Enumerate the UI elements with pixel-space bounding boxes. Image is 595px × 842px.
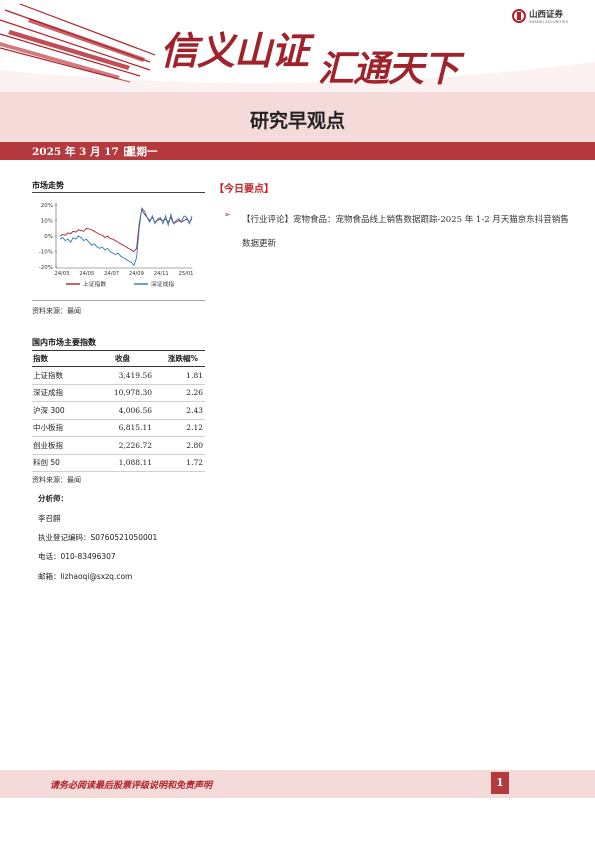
x-tick-label: 24/03 — [55, 271, 70, 277]
index-name: 深证成指 — [33, 388, 63, 398]
table-row: 沪深 300 4,006.56 2.43 — [32, 402, 205, 420]
bullet-arrow-icon: ➢ — [224, 210, 231, 219]
index-change: 2.43 — [186, 405, 203, 415]
market-trend-heading: 市场走势 — [32, 181, 64, 190]
table-row: 创业板指 2,226.72 2.80 — [32, 437, 205, 455]
divider — [32, 192, 205, 193]
report-title: 研究早观点 — [249, 110, 345, 132]
table-row: 中小板指 6,815.11 2.12 — [32, 420, 205, 437]
series-line — [59, 208, 193, 253]
y-tick-label: -10% — [39, 250, 53, 256]
table-row: 深证成指 10,978.30 2.26 — [32, 385, 205, 402]
analyst-license: 执业登记编码：S0760521050001 — [38, 533, 158, 542]
indices-table: 指数 收盘 涨跌幅% 上证指数 3,419.56 1.81 深证成指 10,97… — [32, 350, 205, 472]
y-tick-label: 20% — [41, 203, 53, 209]
index-close: 4,006.56 — [118, 405, 152, 415]
logo-cn-text: 山西证券 — [529, 10, 564, 20]
slogan-part2: 汇通天下 — [318, 49, 459, 90]
slogan-part1: 信义山证 — [160, 29, 309, 73]
x-tick-label: 24/09 — [129, 271, 144, 277]
report-date: 2025 年 3 月 17 日 — [32, 146, 133, 158]
col-header-close: 收盘 — [115, 354, 130, 363]
index-change: 2.12 — [186, 423, 203, 433]
x-tick-label: 24/11 — [154, 271, 169, 277]
chart-source: 资料来源：最闻 — [32, 307, 81, 315]
legend-label: 深证成指 — [151, 280, 174, 288]
table-header: 指数 收盘 涨跌幅% — [32, 350, 205, 367]
footer-disclaimer: 请务必阅读最后股票评级说明和免责声明 — [50, 781, 213, 791]
header-banner: 信义山证 汇通天下 山西证券 SHANXI SECURITIES — [0, 0, 595, 92]
col-header-change: 涨跌幅% — [168, 354, 199, 363]
index-name: 沪深 300 — [33, 405, 65, 415]
y-tick-label: 0% — [44, 234, 53, 240]
index-close: 10,978.30 — [113, 388, 152, 398]
analyst-name: 李召麒 — [38, 514, 61, 523]
index-close: 6,815.11 — [118, 423, 152, 433]
index-close: 3,419.56 — [118, 370, 152, 380]
index-change: 1.72 — [186, 458, 203, 468]
analyst-phone: 电话：010-83496307 — [38, 552, 116, 561]
table-source: 资料来源：最闻 — [32, 476, 81, 484]
title-band: 研究早观点 — [0, 92, 595, 142]
table-row: 科创 50 1,088.11 1.72 — [32, 455, 205, 472]
indices-heading: 国内市场主要指数 — [32, 338, 96, 347]
index-name: 创业板指 — [33, 440, 63, 450]
col-header-index: 指数 — [33, 354, 48, 363]
index-close: 2,226.72 — [118, 440, 152, 450]
index-name: 科创 50 — [33, 458, 60, 468]
y-tick-label: -20% — [39, 265, 53, 271]
analyst-label: 分析师： — [38, 494, 68, 503]
index-name: 上证指数 — [33, 370, 63, 380]
series-line — [59, 207, 193, 267]
company-logo: 山西证券 SHANXI SECURITIES — [512, 8, 568, 24]
report-weekday: 星期一 — [126, 146, 158, 158]
index-change: 1.81 — [186, 370, 203, 380]
logo-en-text: SHANXI SECURITIES — [529, 20, 569, 24]
news-item[interactable]: 【行业评论】宠物食品：宠物食品线上销售数据跟踪-2025 年 1-2 月天猫京东… — [242, 208, 572, 256]
x-tick-label: 24/05 — [79, 271, 94, 277]
market-trend-chart: 20% 10% 0% -10% -20%24/03 24/05 24/07 24/09 24/1… — [39, 203, 194, 288]
table-row: 上证指数 3,419.56 1.81 — [32, 367, 205, 385]
x-tick-label: 25/01 — [179, 271, 194, 277]
analyst-email[interactable]: 邮箱：lizhaoqi@sxzq.com — [38, 571, 132, 582]
page-number: 1 — [491, 772, 509, 794]
divider — [32, 300, 205, 301]
y-tick-label: 10% — [41, 219, 53, 225]
x-tick-label: 24/07 — [104, 271, 119, 277]
index-name: 中小板指 — [33, 423, 63, 433]
logo-mark-icon — [512, 9, 526, 23]
index-change: 2.80 — [186, 440, 203, 450]
legend-label: 上证指数 — [83, 280, 106, 288]
index-close: 1,088.11 — [118, 458, 152, 468]
date-bar: 2025 年 3 月 17 日 星期一 — [0, 142, 595, 160]
today-heading: 【今日要点】 — [214, 184, 274, 195]
index-change: 2.26 — [186, 388, 203, 398]
